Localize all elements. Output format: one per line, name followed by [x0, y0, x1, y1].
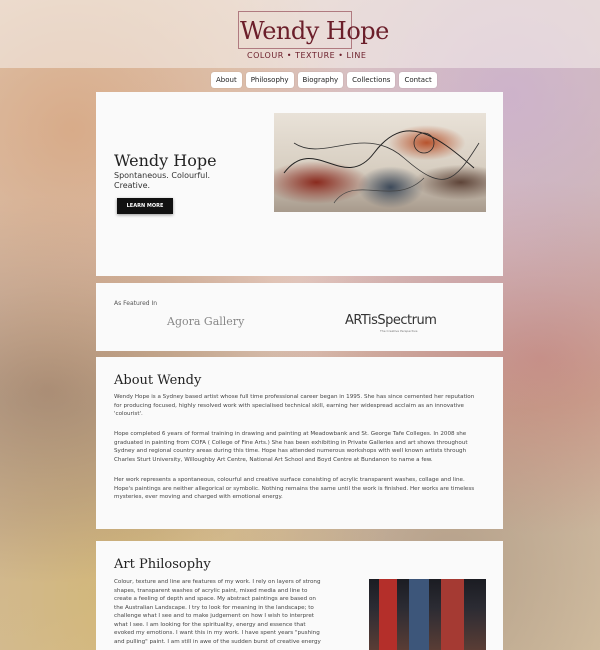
artisspectrum-logo[interactable]: ARTisSpectrum: [345, 313, 437, 328]
artisspectrum-tagline: The Creative Perspective: [380, 329, 418, 333]
nav-collections[interactable]: Collections: [347, 72, 396, 88]
philosophy-paragraph: Colour, texture and line are features of…: [114, 579, 321, 645]
hero-section: Wendy Hope Spontaneous. Colourful. Creat…: [96, 92, 503, 276]
about-title: About Wendy: [114, 373, 202, 388]
nav-biography[interactable]: Biography: [297, 72, 344, 88]
philosophy-section: Art Philosophy Colour, texture and line …: [96, 541, 503, 650]
philosophy-artwork-image: [369, 579, 486, 650]
about-paragraph-2: Hope completed 6 years of formal trainin…: [114, 431, 468, 463]
about-section: About Wendy Wendy Hope is a Sydney based…: [96, 357, 503, 529]
about-paragraph-3: Her work represents a spontaneous, colou…: [114, 477, 475, 500]
philosophy-title: Art Philosophy: [114, 557, 211, 572]
agora-gallery-logo[interactable]: Agora Gallery: [167, 315, 244, 328]
nav-philosophy[interactable]: Philosophy: [245, 72, 294, 88]
main-nav: About Philosophy Biography Collections C…: [211, 72, 437, 88]
about-paragraph-1: Wendy Hope is a Sydney based artist whos…: [114, 394, 475, 417]
logo-title: Wendy Hope: [240, 17, 389, 45]
hero-tagline: Spontaneous. Colourful. Creative.: [114, 171, 210, 190]
nav-contact[interactable]: Contact: [399, 72, 437, 88]
artwork-lines: [283, 130, 480, 204]
nav-about[interactable]: About: [211, 72, 242, 88]
featured-section: As Featured In Agora Gallery ARTisSpectr…: [96, 283, 503, 351]
learn-more-button[interactable]: LEARN MORE: [117, 198, 173, 214]
hero-title: Wendy Hope: [114, 151, 217, 170]
site-logo[interactable]: Wendy Hope COLOUR • TEXTURE • LINE: [238, 11, 389, 61]
featured-label: As Featured In: [114, 300, 158, 307]
hero-artwork-image: [274, 113, 486, 212]
site-header: Wendy Hope COLOUR • TEXTURE • LINE: [0, 0, 600, 68]
logo-subtitle: COLOUR • TEXTURE • LINE: [247, 51, 367, 60]
